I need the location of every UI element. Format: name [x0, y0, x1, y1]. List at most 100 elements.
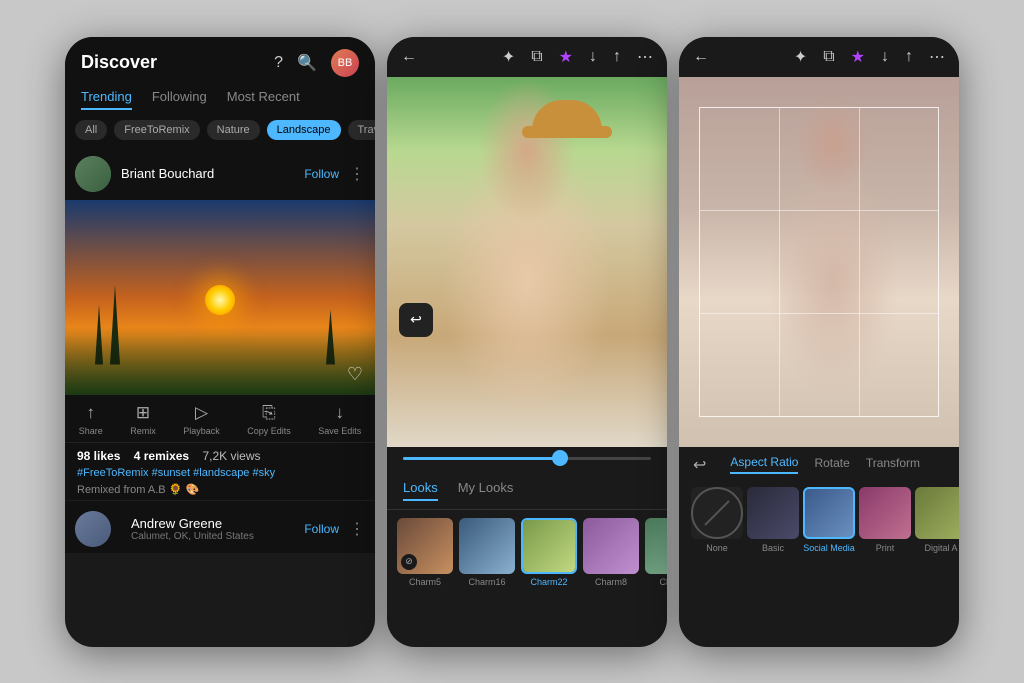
p2-slider-track[interactable]	[403, 457, 651, 460]
ratio-basic[interactable]: Basic	[745, 487, 801, 553]
filter-nature[interactable]: Nature	[207, 120, 260, 140]
tab-following[interactable]: Following	[152, 89, 207, 110]
p1-header-icons: ? 🔍 BB	[274, 49, 359, 77]
look-thumb-bg-5	[645, 518, 667, 574]
p3-main-image	[679, 77, 959, 447]
p1-title: Discover	[81, 52, 157, 73]
sunset-sun	[205, 285, 235, 315]
help-icon[interactable]: ?	[274, 54, 283, 72]
p1-actions-bar: ↑ Share ⊞ Remix ▷ Playback ⎘ Copy Edits …	[65, 395, 375, 443]
p3-premium-icon[interactable]: ★	[851, 47, 865, 67]
look-item-charm16[interactable]: Charm16	[459, 518, 515, 587]
more-icon[interactable]: ⋯	[637, 47, 653, 67]
remix-icon: ⊞	[136, 403, 150, 423]
crop-line-h1	[700, 210, 938, 211]
ratio-digital-a[interactable]: Digital A	[913, 487, 959, 553]
crop-overlay[interactable]	[699, 107, 939, 417]
wand-icon[interactable]: ✦	[502, 47, 515, 67]
look-thumb-charm16	[459, 518, 515, 574]
back-icon[interactable]: ←	[401, 48, 417, 66]
post-1-follow-btn[interactable]: Follow	[304, 167, 339, 181]
hashtags[interactable]: #FreeToRemix #sunset #landscape #sky	[77, 467, 363, 479]
tab-aspect-ratio[interactable]: Aspect Ratio	[730, 455, 798, 474]
crop-line-h2	[700, 313, 938, 314]
undo-button[interactable]: ↩	[399, 303, 433, 337]
p3-undo-icon[interactable]: ↩	[693, 455, 706, 475]
look-thumb-charm22	[521, 518, 577, 574]
ratio-thumb-digital	[915, 487, 959, 539]
none-slash	[704, 500, 729, 525]
look-item-charm5[interactable]: ⊘ Charm5	[397, 518, 453, 587]
playback-icon: ▷	[195, 403, 208, 423]
search-icon[interactable]: 🔍	[297, 53, 317, 73]
ratio-label-digital: Digital A	[924, 543, 957, 553]
ratio-thumb-basic	[747, 487, 799, 539]
look-name-charm22: Charm22	[530, 577, 567, 587]
post-1-username: Briant Bouchard	[121, 166, 304, 181]
look-item-charm22[interactable]: Charm22	[521, 518, 577, 587]
blocked-icon-1: ⊘	[401, 554, 417, 570]
p3-tabs-row: ↩ Aspect Ratio Rotate Transform	[679, 447, 959, 481]
look-thumb-bg-4	[583, 518, 639, 574]
tab-my-looks[interactable]: My Looks	[458, 480, 514, 501]
ratio-none[interactable]: None	[689, 487, 745, 553]
ratio-print[interactable]: Print	[857, 487, 913, 553]
look-thumb-bg-3	[523, 520, 575, 572]
tab-trending[interactable]: Trending	[81, 89, 132, 110]
save-edits-btn[interactable]: ↓ Save Edits	[318, 403, 361, 436]
p2-looks-strip: ⊘ Charm5 Charm16 Charm22 Charm	[387, 510, 667, 595]
stats-line: 98 likes 4 remixes 7,2K views	[77, 449, 363, 463]
look-name-charm-last: Charm	[659, 577, 667, 587]
ratio-label-social: Social Media	[803, 543, 855, 553]
tab-most-recent[interactable]: Most Recent	[227, 89, 300, 110]
heart-icon[interactable]: ♡	[347, 364, 363, 385]
post-1-image: ♡	[65, 200, 375, 395]
p3-more-icon[interactable]: ⋯	[929, 47, 945, 67]
look-name-charm16: Charm16	[468, 577, 505, 587]
look-item-charm-last[interactable]: Charm	[645, 518, 667, 587]
p3-wand-icon[interactable]: ✦	[794, 47, 807, 67]
copy-edits-icon: ⎘	[262, 403, 276, 423]
look-item-charm8[interactable]: Charm8	[583, 518, 639, 587]
remix-btn[interactable]: ⊞ Remix	[130, 403, 156, 436]
filter-travel[interactable]: Travel	[348, 120, 376, 140]
copy-edits-btn[interactable]: ⎘ Copy Edits	[247, 403, 291, 436]
share-label: Share	[79, 426, 103, 436]
p2-slider-thumb[interactable]	[552, 450, 568, 466]
p2-header-icons: ✦ ⧉ ★ ↓ ↑ ⋯	[502, 47, 653, 67]
phone-2-looks: ← ✦ ⧉ ★ ↓ ↑ ⋯ ↩	[387, 37, 667, 647]
tab-rotate[interactable]: Rotate	[814, 456, 849, 473]
download-icon[interactable]: ↓	[589, 48, 597, 66]
remix-label: Remix	[130, 426, 156, 436]
share-icon[interactable]: ↑	[613, 48, 621, 66]
p3-back-icon[interactable]: ←	[693, 48, 709, 66]
ratio-social-media[interactable]: Social Media	[801, 487, 857, 553]
p2-main-image: ↩	[387, 77, 667, 447]
flip-icon[interactable]: ⧉	[531, 48, 542, 66]
post-2-more-icon[interactable]: ⋮	[349, 519, 365, 539]
premium-star-icon[interactable]: ★	[559, 47, 573, 67]
p3-download-icon[interactable]: ↓	[881, 48, 889, 66]
p1-header: Discover ? 🔍 BB	[65, 37, 375, 85]
ratio-thumb-none	[691, 487, 743, 539]
look-name-charm8: Charm8	[595, 577, 627, 587]
p3-share-icon[interactable]: ↑	[905, 48, 913, 66]
tab-transform[interactable]: Transform	[866, 456, 920, 473]
filter-all[interactable]: All	[75, 120, 107, 140]
p3-flip-icon[interactable]: ⧉	[823, 48, 834, 66]
p2-slider-fill	[403, 457, 557, 460]
p1-filters: All FreeToRemix Nature Landscape Travel	[65, 120, 375, 150]
tab-looks[interactable]: Looks	[403, 480, 438, 501]
p2-slider-area	[387, 447, 667, 476]
playback-btn[interactable]: ▷ Playback	[183, 403, 220, 436]
p3-ratio-strip: None Basic Social Media Print Digital A	[679, 481, 959, 559]
post-2-follow-btn[interactable]: Follow	[304, 522, 339, 536]
filter-landscape[interactable]: Landscape	[267, 120, 341, 140]
p2-tabs-row: Looks My Looks	[387, 476, 667, 510]
filter-freetovremix[interactable]: FreeToRemix	[114, 120, 199, 140]
post-1-more-icon[interactable]: ⋮	[349, 164, 365, 184]
post-2-location: Calumet, OK, United States	[131, 531, 304, 542]
share-btn[interactable]: ↑ Share	[79, 403, 103, 436]
remixes-count: 4 remixes	[134, 449, 189, 463]
user-avatar[interactable]: BB	[331, 49, 359, 77]
